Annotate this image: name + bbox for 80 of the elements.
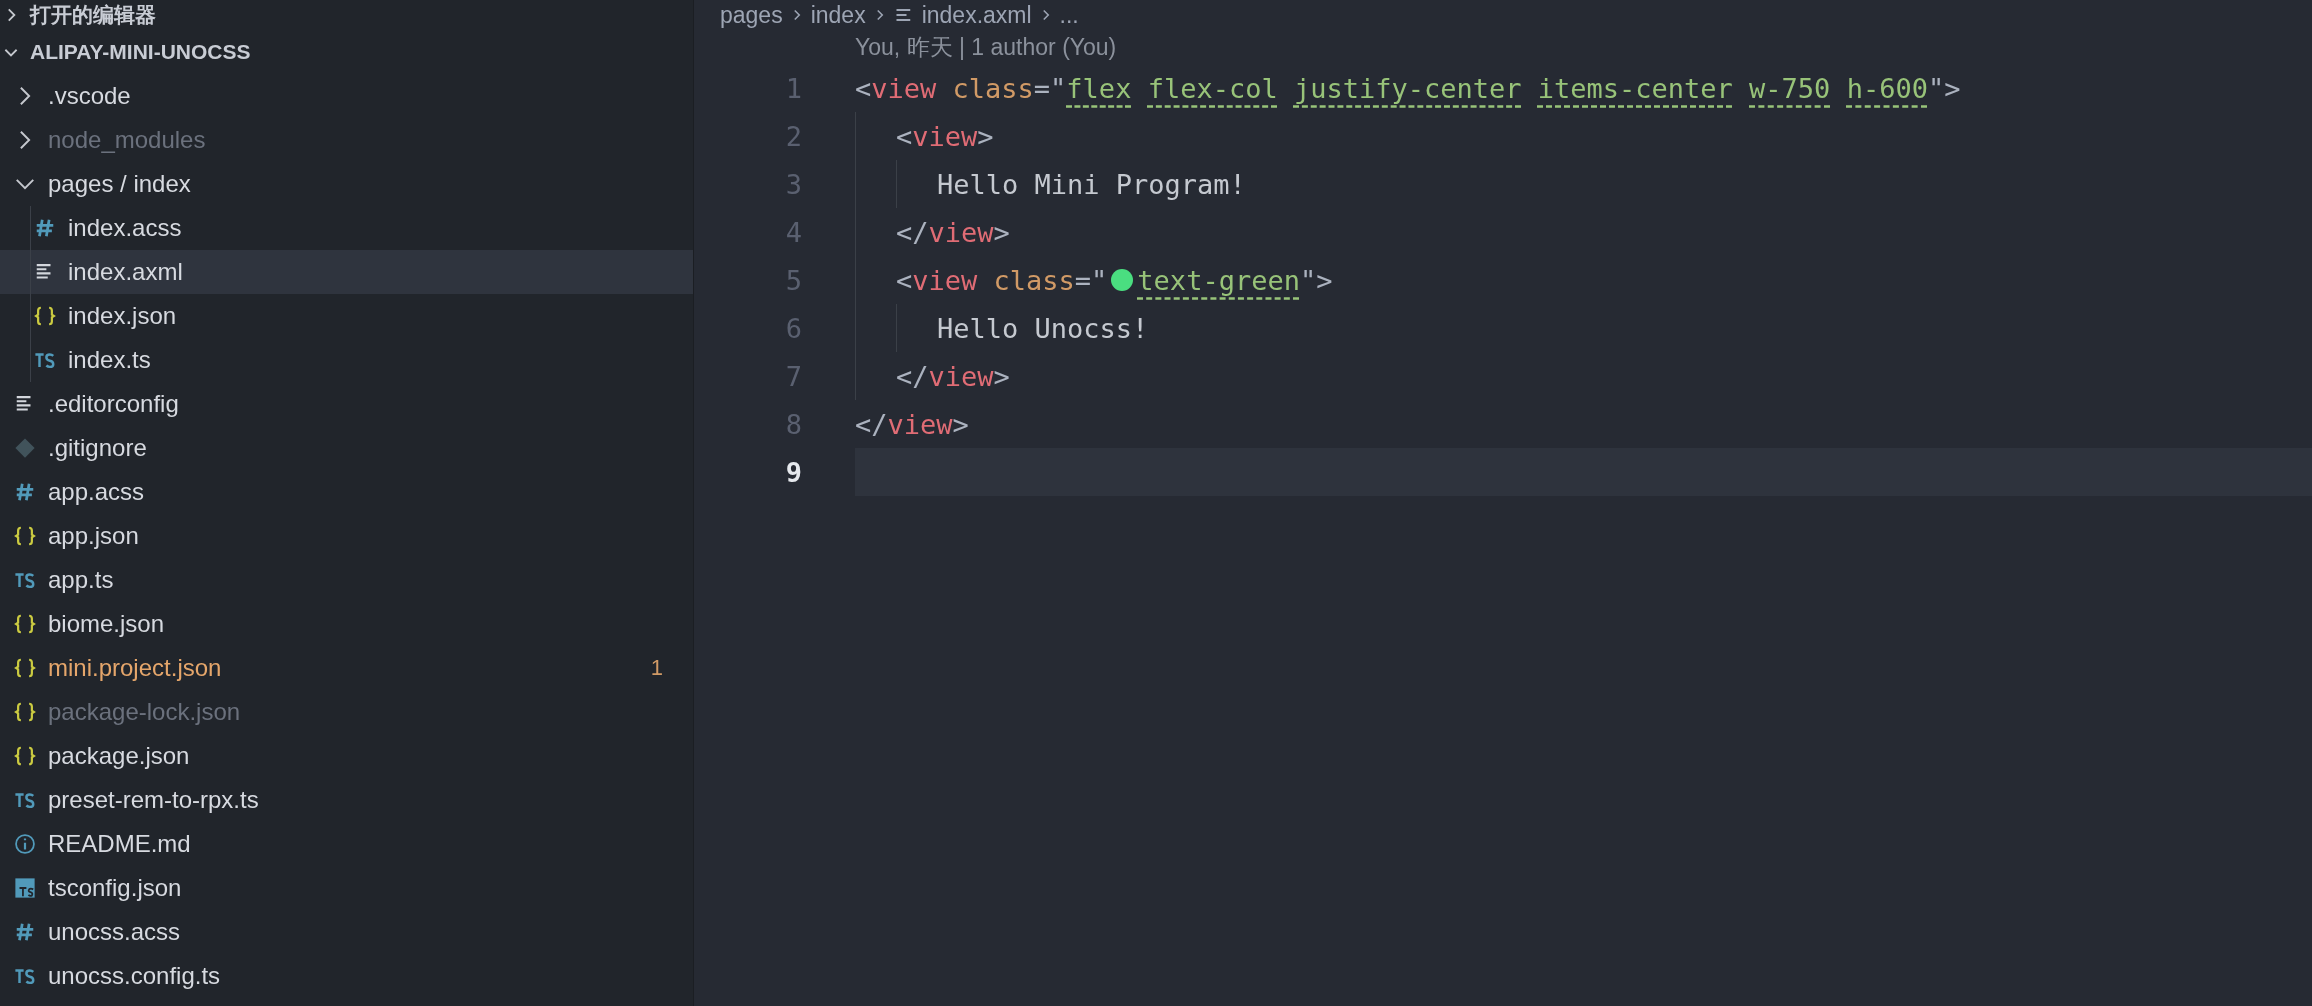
info-icon: [14, 833, 36, 855]
problem-count: 1: [650, 655, 663, 681]
line-number: 3: [784, 168, 803, 200]
file-name[interactable]: unocss.acss: [48, 918, 181, 946]
class-name: justify-center: [1293, 72, 1522, 104]
tag-name: view: [871, 72, 937, 104]
punctuation: >: [993, 216, 1010, 248]
blame-annotation[interactable]: You, 昨天 | 1 author (You): [855, 30, 1117, 64]
punctuation: =": [1074, 264, 1108, 296]
file-name[interactable]: index.ts: [68, 346, 151, 374]
punctuation: <: [855, 72, 872, 104]
punctuation: <: [896, 120, 913, 152]
line-number: 8: [784, 408, 803, 440]
line-number: 1: [784, 72, 803, 104]
file-name[interactable]: app.json: [48, 522, 139, 550]
class-name: items-center: [1537, 72, 1733, 104]
line-number: 6: [784, 312, 803, 344]
file-name[interactable]: biome.json: [48, 610, 165, 638]
tag-name: view: [887, 408, 953, 440]
diamond-icon: [14, 437, 36, 459]
class-name: w-750: [1749, 72, 1831, 104]
punctuation: </: [855, 408, 888, 440]
line-number: 5: [784, 264, 803, 296]
punctuation: <: [896, 264, 913, 296]
file-name[interactable]: .gitignore: [48, 434, 147, 462]
attribute-name: class: [992, 264, 1075, 296]
braces-icon: [14, 613, 36, 635]
class-name: h-600: [1846, 72, 1928, 104]
attribute-name: class: [951, 72, 1034, 104]
punctuation: </: [896, 360, 929, 392]
file-name[interactable]: unocss.config.ts: [48, 962, 221, 990]
file-name[interactable]: index.json: [68, 302, 177, 330]
text-content: Hello Mini Program!: [937, 168, 1246, 200]
hash-icon: [14, 481, 36, 503]
punctuation: >: [993, 360, 1010, 392]
file-name[interactable]: pages / index: [48, 170, 191, 198]
section-title[interactable]: ALIPAY-MINI-UNOCSS: [30, 40, 251, 64]
punctuation: >: [952, 408, 969, 440]
punctuation: ">: [1299, 264, 1333, 296]
breadcrumb-item[interactable]: index: [810, 1, 866, 29]
line-number: 4: [784, 216, 803, 248]
braces-icon: [14, 657, 36, 679]
line-number: 7: [784, 360, 803, 392]
breadcrumb-item[interactable]: index.axml: [921, 1, 1032, 29]
class-name: flex-col: [1147, 72, 1278, 104]
file-name[interactable]: package.json: [48, 742, 190, 770]
punctuation: >: [977, 120, 994, 152]
braces-icon: [14, 701, 36, 723]
tag-name: view: [912, 120, 978, 152]
file-name[interactable]: app.acss: [48, 478, 145, 506]
braces-icon: [34, 305, 56, 327]
tsconfig-icon: [14, 877, 36, 899]
color-swatch[interactable]: [1111, 269, 1134, 291]
line-number: 9: [784, 456, 803, 488]
file-name[interactable]: index.axml: [68, 258, 183, 286]
file-name[interactable]: README.md: [48, 830, 191, 858]
class-name: flex: [1066, 72, 1132, 104]
punctuation: </: [896, 216, 929, 248]
line-number: 2: [784, 120, 803, 152]
file-name[interactable]: app.ts: [48, 566, 114, 594]
tag-name: view: [928, 216, 994, 248]
file-name[interactable]: mini.project.json: [48, 654, 222, 682]
braces-icon: [14, 525, 36, 547]
punctuation: =": [1033, 72, 1067, 104]
text-content: Hello Unocss!: [937, 312, 1149, 344]
file-name[interactable]: .vscode: [48, 82, 131, 110]
hash-icon: [14, 921, 36, 943]
class-name: text-green: [1137, 264, 1300, 296]
breadcrumb-item[interactable]: ...: [1059, 1, 1079, 29]
section-title[interactable]: 打开的编辑器: [30, 1, 156, 29]
braces-icon: [14, 745, 36, 767]
file-name[interactable]: .editorconfig: [48, 390, 179, 418]
punctuation: ">: [1927, 72, 1961, 104]
tag-name: view: [912, 264, 978, 296]
file-name[interactable]: tsconfig.json: [48, 874, 182, 902]
file-name[interactable]: preset-rem-to-rpx.ts: [48, 786, 259, 814]
tag-name: view: [928, 360, 994, 392]
breadcrumb-item[interactable]: pages: [720, 1, 783, 29]
hash-icon: [34, 217, 56, 239]
file-name[interactable]: index.acss: [68, 214, 182, 242]
